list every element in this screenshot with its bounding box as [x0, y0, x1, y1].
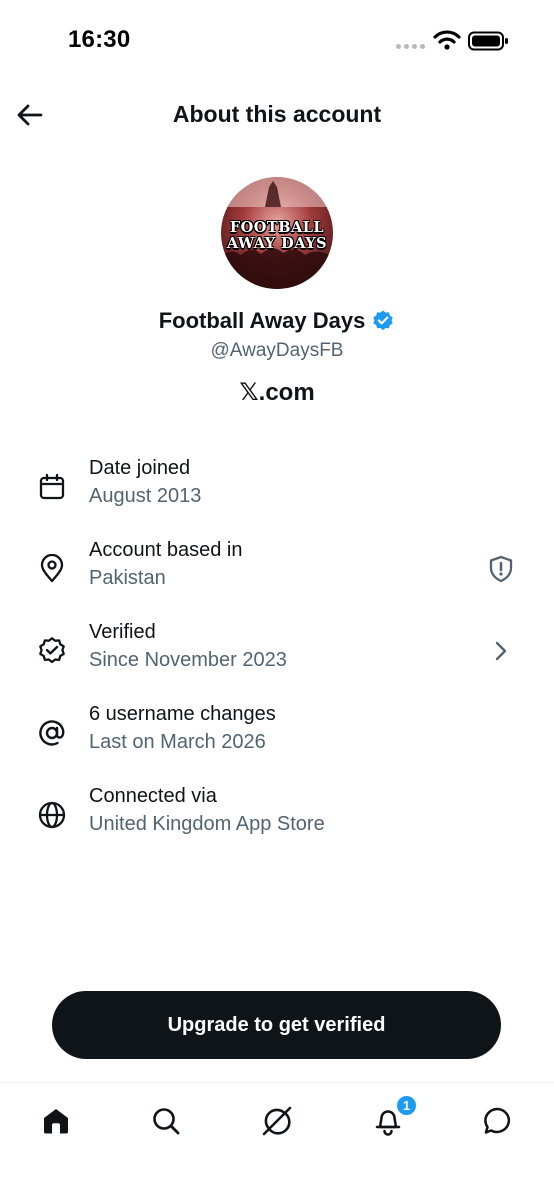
info-value: Pakistan — [89, 567, 166, 589]
wifi-icon — [433, 30, 461, 50]
calendar-icon — [36, 471, 68, 503]
status-time: 16:30 — [68, 26, 131, 53]
info-label: Account based in — [89, 539, 243, 561]
info-account-based-in: Account based in Pakistan — [0, 539, 554, 621]
header: About this account — [0, 86, 554, 146]
avatar-text-line1: FOOTBALL — [229, 219, 325, 236]
chevron-right-icon[interactable] — [482, 635, 520, 667]
nav-messages[interactable] — [478, 1101, 518, 1141]
info-date-joined: Date joined August 2013 — [0, 457, 554, 539]
verified-badge-outline-icon — [36, 635, 68, 667]
info-value: August 2013 — [89, 485, 202, 507]
nav-search[interactable] — [146, 1101, 186, 1141]
location-pin-icon — [36, 553, 68, 585]
status-bar: 16:30 — [0, 0, 554, 80]
avatar-text-line2: AWAY DAYS — [226, 235, 328, 252]
signal-icon — [396, 44, 425, 49]
info-verified[interactable]: Verified Since November 2023 — [0, 621, 554, 703]
info-label: Connected via — [89, 785, 217, 807]
battery-icon — [468, 31, 508, 51]
info-label: Date joined — [89, 457, 191, 479]
notification-badge: 1 — [395, 1094, 418, 1117]
info-label: 6 username changes — [89, 703, 276, 725]
upgrade-button[interactable]: Upgrade to get verified — [52, 991, 501, 1059]
bottom-nav: 1 — [0, 1082, 554, 1201]
info-label: Verified — [89, 621, 156, 643]
verified-badge-icon — [373, 310, 394, 331]
info-username-changes: 6 username changes Last on March 2026 — [0, 703, 554, 785]
nav-home[interactable] — [36, 1101, 76, 1141]
shield-alert-icon[interactable] — [482, 553, 520, 585]
at-sign-icon — [36, 717, 68, 749]
globe-icon — [36, 799, 68, 831]
profile-name-row: Football Away Days — [0, 308, 554, 334]
profile-handle: @AwayDaysFB — [210, 340, 344, 361]
avatar[interactable]: FOOTBALL AWAY DAYS — [221, 177, 333, 289]
grok-icon — [262, 1106, 292, 1136]
search-icon — [153, 1108, 180, 1135]
home-icon — [44, 1109, 68, 1134]
page-title: About this account — [172, 101, 382, 127]
info-value: Since November 2023 — [89, 649, 287, 671]
info-connected-via: Connected via United Kingdom App Store — [0, 785, 554, 867]
profile-name: Football Away Days — [158, 308, 366, 333]
messages-icon — [484, 1107, 511, 1134]
info-value: United Kingdom App Store — [89, 813, 325, 835]
site-label: 𝕏.com — [239, 379, 315, 406]
info-value: Last on March 2026 — [89, 731, 266, 753]
nav-grok[interactable] — [257, 1101, 297, 1141]
